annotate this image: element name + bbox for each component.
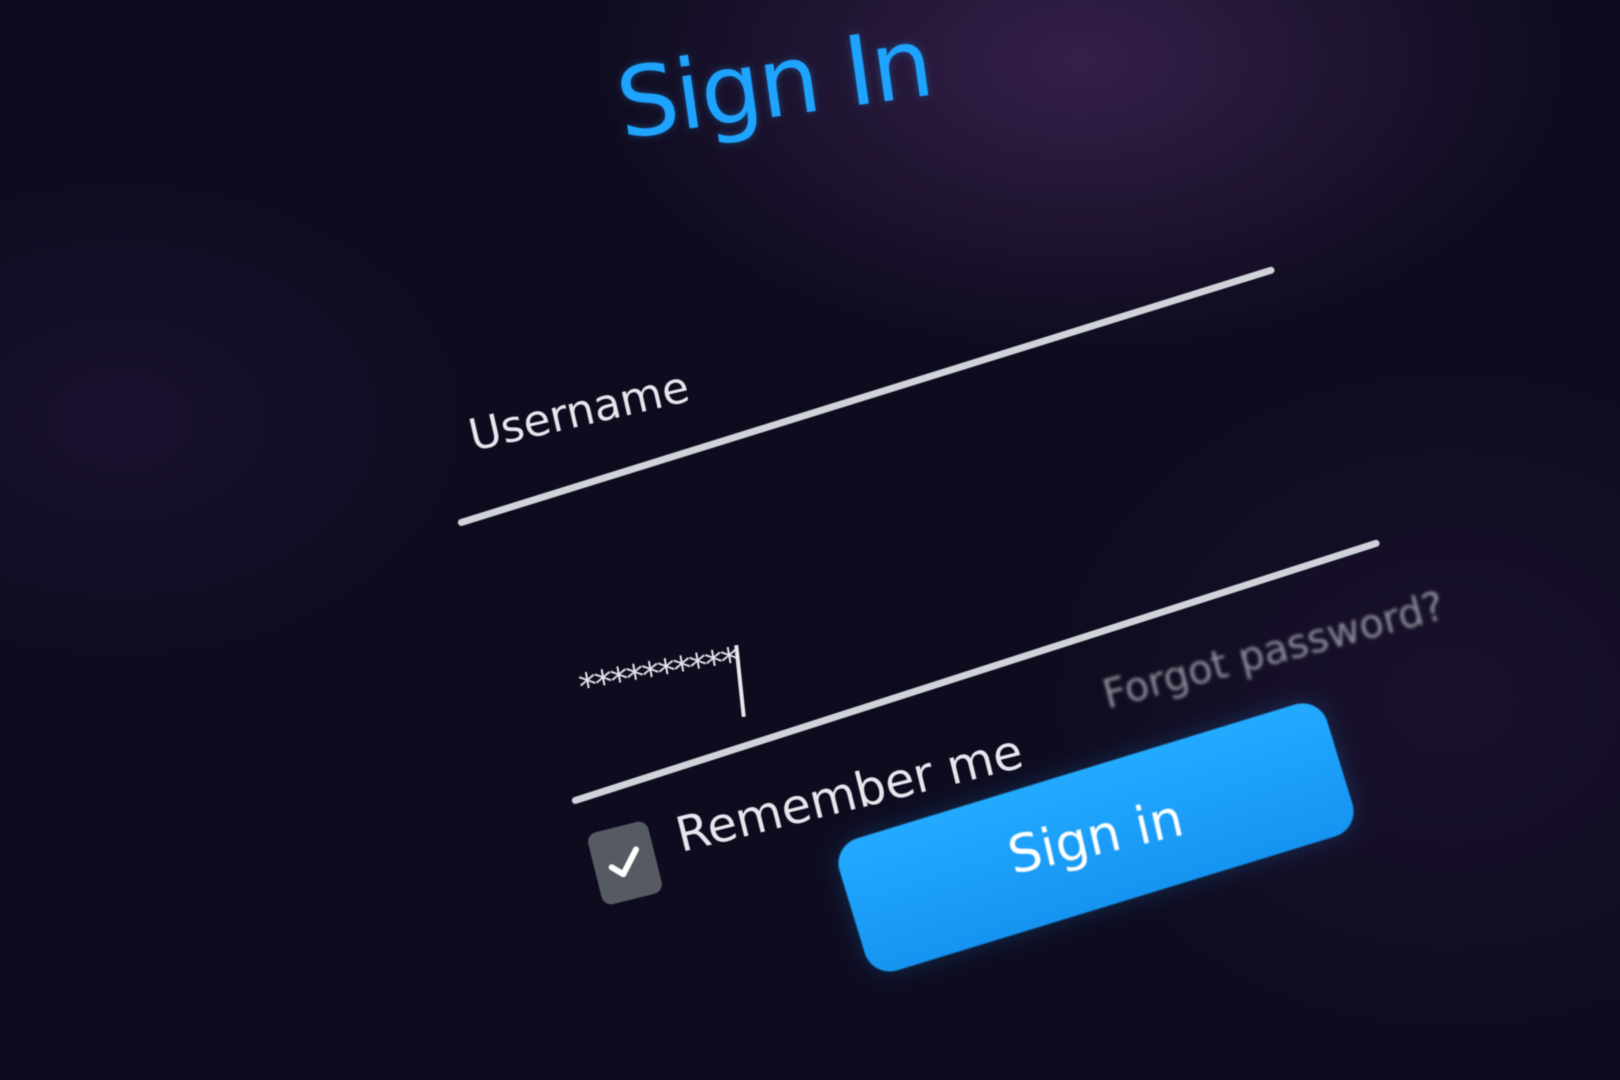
- forgot-password-link[interactable]: Forgot password?: [1098, 583, 1449, 718]
- sign-in-screen: Sign In Username ********** Forgot passw…: [0, 0, 1620, 1080]
- page-title: Sign In: [610, 6, 938, 161]
- sign-in-button[interactable]: Sign in: [832, 696, 1361, 978]
- sign-in-form: Sign In Username ********** Forgot passw…: [456, 6, 1449, 1020]
- remember-me-checkbox[interactable]: [585, 819, 665, 907]
- sign-in-button-label: Sign in: [1002, 788, 1190, 887]
- check-icon: [608, 846, 640, 878]
- username-field[interactable]: Username: [464, 362, 694, 462]
- password-field[interactable]: **********: [576, 640, 741, 708]
